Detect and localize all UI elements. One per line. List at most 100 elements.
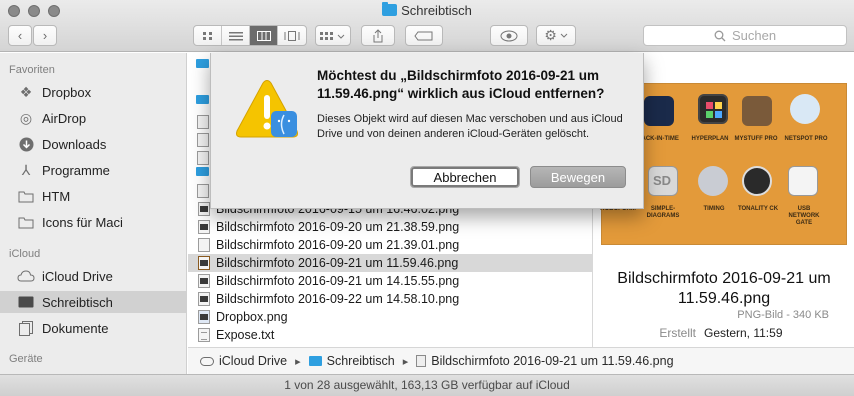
warning-icon xyxy=(235,79,299,144)
list-icon xyxy=(228,31,243,40)
file-name: Expose.txt xyxy=(216,328,275,342)
sidebar-item-label: Dokumente xyxy=(42,320,109,336)
coverflow-icon xyxy=(284,30,300,41)
list-item-selected[interactable]: Bildschirmfoto 2016-09-21 um 11.59.46.pn… xyxy=(188,254,592,272)
sidebar-item-icloud-drive[interactable]: iCloud Drive xyxy=(0,265,186,287)
sidebar-item-label: Programme xyxy=(42,162,110,178)
search-icon xyxy=(714,30,726,41)
sidebar-item-programme[interactable]: ⅄ Programme xyxy=(0,159,186,181)
view-mode-switcher xyxy=(193,25,307,46)
file-name: Bildschirmfoto 2016-09-21 um 14.15.55.pn… xyxy=(216,274,460,288)
thumb-label: MYSTUFF PRO xyxy=(734,136,778,142)
app-thumbnail xyxy=(698,166,728,196)
image-file-icon xyxy=(198,292,210,306)
file-name: Bildschirmfoto 2016-09-21 um 11.59.46.pn… xyxy=(216,256,459,270)
sidebar-item-icons-fuer-maci[interactable]: Icons für Maci xyxy=(0,211,186,233)
chevron-right-icon: ▸ xyxy=(402,355,409,368)
applications-icon: ⅄ xyxy=(21,161,31,178)
sidebar-item-dokumente[interactable]: Dokumente xyxy=(0,317,186,339)
file-name: Dropbox.png xyxy=(216,310,288,324)
dialog-title: Möchtest du „Bildschirmfoto 2016-09-21 u… xyxy=(317,68,605,101)
back-button[interactable]: ‹ xyxy=(8,25,32,46)
grid-icon xyxy=(202,31,212,40)
list-item[interactable]: Expose.txt xyxy=(188,326,592,344)
file-icon xyxy=(197,184,209,198)
thumb-label: SIMPLE-DIAGRAMS xyxy=(646,206,680,219)
file-icon xyxy=(197,151,209,165)
path-item-folder[interactable]: Schreibtisch xyxy=(327,354,395,368)
cancel-button[interactable]: Abbrechen xyxy=(410,166,520,188)
sidebar-item-airdrop[interactable]: ◎ AirDrop xyxy=(0,107,186,129)
sidebar-item-label: HTM xyxy=(42,188,71,204)
folder-icon xyxy=(196,167,209,176)
sidebar-section-favorites: Favoriten xyxy=(9,64,55,76)
chevron-down-icon xyxy=(560,33,568,38)
coverflow-view-button[interactable] xyxy=(278,26,306,45)
sidebar-item-label: AirDrop xyxy=(42,110,87,126)
file-icon xyxy=(416,355,427,367)
text-file-icon xyxy=(198,328,210,342)
file-icon xyxy=(197,133,209,147)
list-view-button[interactable] xyxy=(222,26,250,45)
desktop-icon xyxy=(17,294,35,310)
image-file-icon xyxy=(198,274,210,288)
app-thumbnail xyxy=(742,96,772,126)
thumb-label: HYPERPLAN xyxy=(691,136,729,142)
move-button[interactable]: Bewegen xyxy=(530,166,626,188)
arrange-button[interactable] xyxy=(315,25,351,46)
sidebar-item-downloads[interactable]: Downloads xyxy=(0,133,186,155)
sidebar-item-dropbox[interactable]: ❖ Dropbox xyxy=(0,81,186,103)
airdrop-icon: ◎ xyxy=(19,109,33,126)
eye-icon xyxy=(500,30,518,41)
dropbox-icon: ❖ xyxy=(19,83,33,100)
quick-look-button[interactable] xyxy=(490,25,528,46)
image-file-icon xyxy=(198,220,210,234)
gear-icon: ⚙ xyxy=(544,27,557,43)
thumb-label: TIMING xyxy=(703,206,725,212)
app-thumbnail: SD xyxy=(648,166,678,196)
tags-button[interactable] xyxy=(405,25,443,46)
column-view-button[interactable] xyxy=(250,26,278,45)
list-item[interactable]: Bildschirmfoto 2016-09-22 um 14.58.10.pn… xyxy=(188,290,592,308)
list-item[interactable]: Bildschirmfoto 2016-09-20 um 21.39.01.pn… xyxy=(188,236,592,254)
file-name: Bildschirmfoto 2016-09-20 um 21.38.59.pn… xyxy=(216,220,460,234)
sidebar-item-htm[interactable]: HTM xyxy=(0,185,186,207)
app-thumbnail xyxy=(698,94,728,124)
folder-icon xyxy=(196,95,209,104)
icon-view-button[interactable] xyxy=(194,26,222,45)
arrange-icon xyxy=(320,31,345,40)
status-bar: 1 von 28 ausgewählt, 163,13 GB verfügbar… xyxy=(0,374,854,396)
image-file-icon xyxy=(198,256,210,270)
window-title: Schreibtisch xyxy=(0,2,854,18)
path-item-root[interactable]: iCloud Drive xyxy=(219,354,287,368)
share-icon xyxy=(373,28,383,42)
folder-icon xyxy=(17,188,35,204)
file-name: Bildschirmfoto 2016-09-22 um 14.58.10.pn… xyxy=(216,292,460,306)
sidebar-section-icloud: iCloud xyxy=(9,248,41,260)
metadata-value: Gestern, 11:59 xyxy=(704,326,783,340)
search-field[interactable]: Suchen xyxy=(643,25,847,46)
tag-icon xyxy=(414,31,433,40)
folder-icon xyxy=(196,59,209,68)
app-thumbnail xyxy=(742,166,772,196)
metadata-label: Erstellt xyxy=(659,326,696,340)
list-item[interactable]: Bildschirmfoto 2016-09-21 um 14.15.55.pn… xyxy=(188,272,592,290)
action-menu-button[interactable]: ⚙ xyxy=(536,25,576,46)
forward-button[interactable]: › xyxy=(33,25,57,46)
folder-icon xyxy=(17,214,35,230)
list-item[interactable]: Dropbox.png xyxy=(188,308,592,326)
remove-from-icloud-dialog: Möchtest du „Bildschirmfoto 2016-09-21 u… xyxy=(210,53,644,209)
file-icon xyxy=(197,115,209,129)
folder-icon xyxy=(308,356,322,366)
file-name: Bildschirmfoto 2016-09-20 um 21.39.01.pn… xyxy=(216,238,460,252)
path-item-file[interactable]: Bildschirmfoto 2016-09-21 um 11.59.46.pn… xyxy=(431,354,673,368)
list-item[interactable]: Bildschirmfoto 2016-09-20 um 21.38.59.pn… xyxy=(188,218,592,236)
sidebar-item-schreibtisch[interactable]: Schreibtisch xyxy=(0,291,186,313)
title-bar: Schreibtisch ‹ › ⚙ Suchen xyxy=(0,0,854,52)
preview-file-type: PNG-Bild - 340 KB xyxy=(737,309,829,321)
share-button[interactable] xyxy=(361,25,395,46)
app-thumbnail xyxy=(644,96,674,126)
cloud-icon xyxy=(200,356,214,366)
downloads-icon xyxy=(17,136,35,152)
dialog-message: Dieses Objekt wird auf diesen Mac versch… xyxy=(317,113,623,140)
